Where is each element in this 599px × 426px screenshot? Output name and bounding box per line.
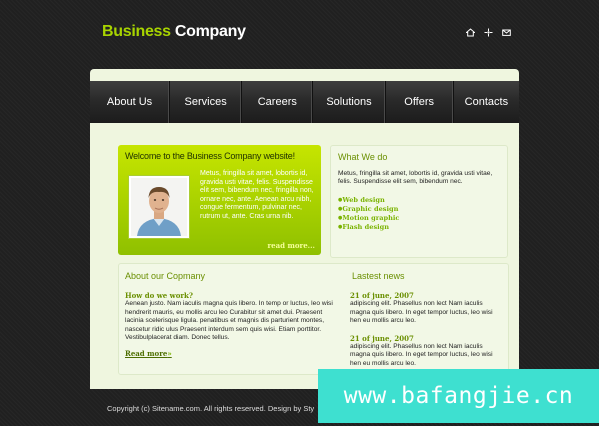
about-column: How do we work? Aenean justo. Nam iaculi… <box>125 291 338 361</box>
home-icon[interactable] <box>466 28 475 37</box>
news-column: 21 of june, 2007 adipiscing elit. Phasel… <box>350 291 500 369</box>
arrow-icon: » <box>167 348 172 358</box>
welcome-title: Welcome to the Business Company website! <box>125 151 295 161</box>
watermark-text: www.bafangjie.cn <box>343 383 574 409</box>
service-link-motion-graphic[interactable]: Motion graphic <box>338 214 399 223</box>
nav-careers[interactable]: Careers <box>242 81 314 123</box>
what-we-do-title: What We do <box>338 152 388 162</box>
service-link-flash-design[interactable]: Flash design <box>338 223 399 232</box>
watermark-banner: www.bafangjie.cn <box>318 369 599 423</box>
profile-photo <box>128 175 190 239</box>
mail-icon[interactable] <box>502 28 511 37</box>
about-text: Aenean justo. Nam iaculis magna quis lib… <box>125 300 333 342</box>
service-link-graphic-design[interactable]: Graphic design <box>338 205 399 214</box>
main-nav: About Us Services Careers Solutions Offe… <box>90 81 519 123</box>
nav-about-us[interactable]: About Us <box>90 81 171 123</box>
welcome-read-more-link[interactable]: read more... <box>267 241 315 250</box>
news-text: adipiscing elit. Phasellus non lect Nam … <box>350 342 493 367</box>
site-logo[interactable]: Business Company <box>102 23 246 41</box>
what-we-do-text: Metus, fringilla sit amet, lobortis id, … <box>338 170 493 186</box>
news-text: adipiscing elit. Phasellus non lect Nam … <box>350 300 493 325</box>
welcome-text: Metus, fringilla sit amet, lobortis id, … <box>200 170 314 220</box>
nav-contacts[interactable]: Contacts <box>454 81 519 123</box>
service-link-web-design[interactable]: Web design <box>338 196 399 205</box>
what-we-do-box: What We do Metus, fringilla sit amet, lo… <box>330 145 508 258</box>
news-title: Lastest news <box>352 271 405 281</box>
welcome-box: Welcome to the Business Company website!… <box>118 145 321 255</box>
services-list: Web design Graphic design Motion graphic… <box>338 196 399 232</box>
about-read-more-link[interactable]: Read more» <box>125 349 172 358</box>
nav-offers[interactable]: Offers <box>386 81 454 123</box>
nav-services[interactable]: Services <box>170 81 243 123</box>
news-date[interactable]: 21 of june, 2007 <box>350 334 500 343</box>
about-title: About our Copmany <box>125 271 206 281</box>
sitemap-icon[interactable] <box>484 28 493 37</box>
footer-copyright: Copyright (c) Sitename.com. All rights r… <box>107 404 315 413</box>
logo-part-business: Business <box>102 23 171 40</box>
news-date[interactable]: 21 of june, 2007 <box>350 291 500 300</box>
top-icon-links <box>466 28 511 37</box>
nav-solutions[interactable]: Solutions <box>313 81 386 123</box>
about-read-more-label: Read more <box>125 348 168 358</box>
logo-part-company: Company <box>174 23 246 40</box>
about-subtitle: How do we work? <box>125 291 193 300</box>
about-news-box: About our Copmany Lastest news How do we… <box>118 263 509 375</box>
content-panel: About Us Services Careers Solutions Offe… <box>90 69 519 389</box>
